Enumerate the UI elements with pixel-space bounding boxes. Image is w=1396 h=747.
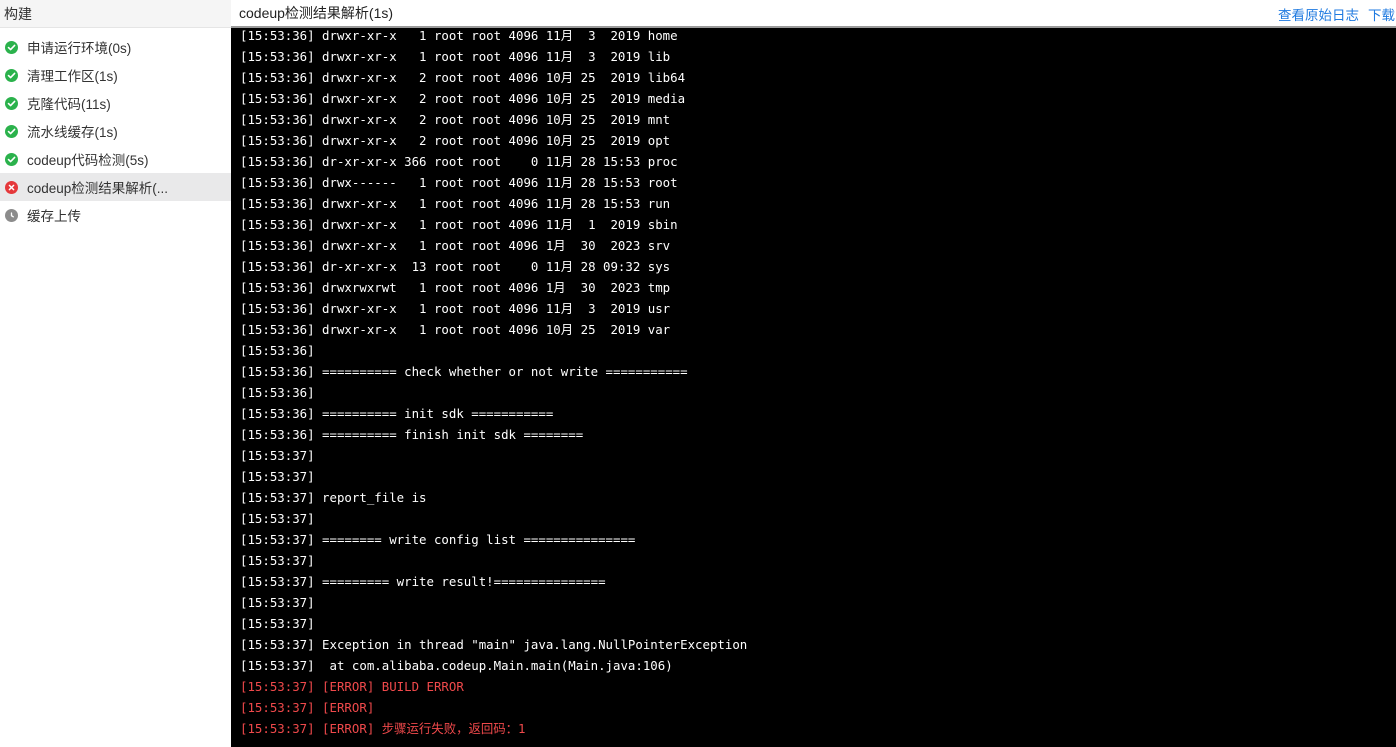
check-circle-icon (5, 152, 18, 166)
step-item[interactable]: 清理工作区(1s) (0, 61, 231, 89)
log-header: codeup检测结果解析(1s) 查看原始日志 下载 (231, 0, 1396, 28)
log-line: [15:53:36] ========== init sdk =========… (240, 406, 554, 421)
log-line: [15:53:37] Exception in thread "main" ja… (240, 637, 748, 652)
log-line: [15:53:36] drwxr-xr-x 2 root root 4096 1… (240, 70, 686, 85)
step-item[interactable]: 缓存上传 (0, 201, 231, 229)
log-panel: codeup检测结果解析(1s) 查看原始日志 下载 [15:53:36] dr… (231, 0, 1396, 747)
check-circle-icon (5, 124, 18, 138)
log-line: [15:53:37] (240, 553, 315, 568)
log-line: [15:53:36] drwxr-xr-x 2 root root 4096 1… (240, 112, 671, 127)
log-line: [15:53:36] drwxr-xr-x 2 root root 4096 1… (240, 91, 686, 106)
step-list: 申请运行环境(0s) 清理工作区(1s) 克隆代码(11s) 流水线缓存(1s) cod… (0, 33, 231, 229)
log-line: [15:53:36] dr-xr-xr-x 13 root root 0 11月… (240, 259, 671, 274)
build-sidebar: 构建 申请运行环境(0s) 清理工作区(1s) 克隆代码(11s) 流水线缓存(1s)… (0, 0, 231, 747)
log-line: [15:53:36] drwxr-xr-x 1 root root 4096 1… (240, 322, 671, 337)
step-label: codeup检测结果解析(... (27, 181, 169, 196)
log-output[interactable]: [15:53:36] drwxr-xr-x 1 root root 4096 1… (231, 25, 1396, 747)
step-label: 克隆代码(11s) (27, 97, 111, 112)
view-raw-log-link[interactable]: 查看原始日志 (1278, 4, 1359, 24)
log-line: [15:53:36] drwxr-xr-x 1 root root 4096 1… (240, 28, 678, 43)
log-line: [15:53:37] ======== write config list ==… (240, 532, 636, 547)
log-line: [15:53:37] (240, 469, 315, 484)
sidebar-title: 构建 (0, 0, 231, 28)
step-item[interactable]: 流水线缓存(1s) (0, 117, 231, 145)
log-line: [15:53:36] drwxr-xr-x 2 root root 4096 1… (240, 133, 671, 148)
log-line: [15:53:36] drwx------ 1 root root 4096 1… (240, 175, 678, 190)
download-link[interactable]: 下载 (1368, 4, 1395, 24)
log-line: [15:53:37] at com.alibaba.codeup.Main.ma… (240, 658, 673, 673)
log-line: [15:53:37] ========= write result!======… (240, 574, 606, 589)
log-line: [15:53:36] drwxr-xr-x 1 root root 4096 1… (240, 196, 671, 211)
log-line: [15:53:36] drwxr-xr-x 1 root root 4096 1… (240, 301, 671, 316)
log-line: [15:53:37] (240, 616, 315, 631)
log-line: [15:53:37] (240, 448, 315, 463)
step-label: 申请运行环境(0s) (27, 41, 132, 56)
step-label: 缓存上传 (27, 209, 81, 224)
log-line-error: [15:53:37] [ERROR] BUILD ERROR (240, 679, 464, 694)
error-circle-icon (5, 180, 18, 194)
log-title: codeup检测结果解析(1s) (239, 5, 394, 21)
log-line: [15:53:37] (240, 511, 315, 526)
step-item[interactable]: codeup检测结果解析(... (0, 173, 231, 201)
log-line-error: [15:53:37] [ERROR] 步骤运行失败，返回码：1 (240, 721, 526, 736)
check-circle-icon (5, 96, 18, 110)
log-line: [15:53:37] (240, 595, 315, 610)
log-line: [15:53:36] (240, 343, 315, 358)
log-line: [15:53:36] dr-xr-xr-x 366 root root 0 11… (240, 154, 678, 169)
step-item[interactable]: 申请运行环境(0s) (0, 33, 231, 61)
log-line: [15:53:37] report_file is (240, 490, 427, 505)
log-line: [15:53:36] drwxr-xr-x 1 root root 4096 1… (240, 49, 671, 64)
log-line: [15:53:36] drwxrwxrwt 1 root root 4096 1… (240, 280, 671, 295)
log-line-error: [15:53:37] [ERROR] (240, 700, 375, 715)
log-line: [15:53:36] (240, 385, 315, 400)
log-line: [15:53:36] ========== finish init sdk ==… (240, 427, 584, 442)
step-label: 流水线缓存(1s) (27, 125, 118, 140)
step-item[interactable]: 克隆代码(11s) (0, 89, 231, 117)
check-circle-icon (5, 68, 18, 82)
step-label: codeup代码检测(5s) (27, 153, 149, 168)
header-actions: 查看原始日志 下载 (1269, 0, 1396, 28)
log-line: [15:53:36] drwxr-xr-x 1 root root 4096 1… (240, 238, 671, 253)
step-label: 清理工作区(1s) (27, 69, 118, 84)
log-line: [15:53:36] drwxr-xr-x 1 root root 4096 1… (240, 217, 678, 232)
step-item[interactable]: codeup代码检测(5s) (0, 145, 231, 173)
log-line: [15:53:36] ========== check whether or n… (240, 364, 688, 379)
clock-icon (5, 208, 18, 222)
check-circle-icon (5, 40, 18, 54)
